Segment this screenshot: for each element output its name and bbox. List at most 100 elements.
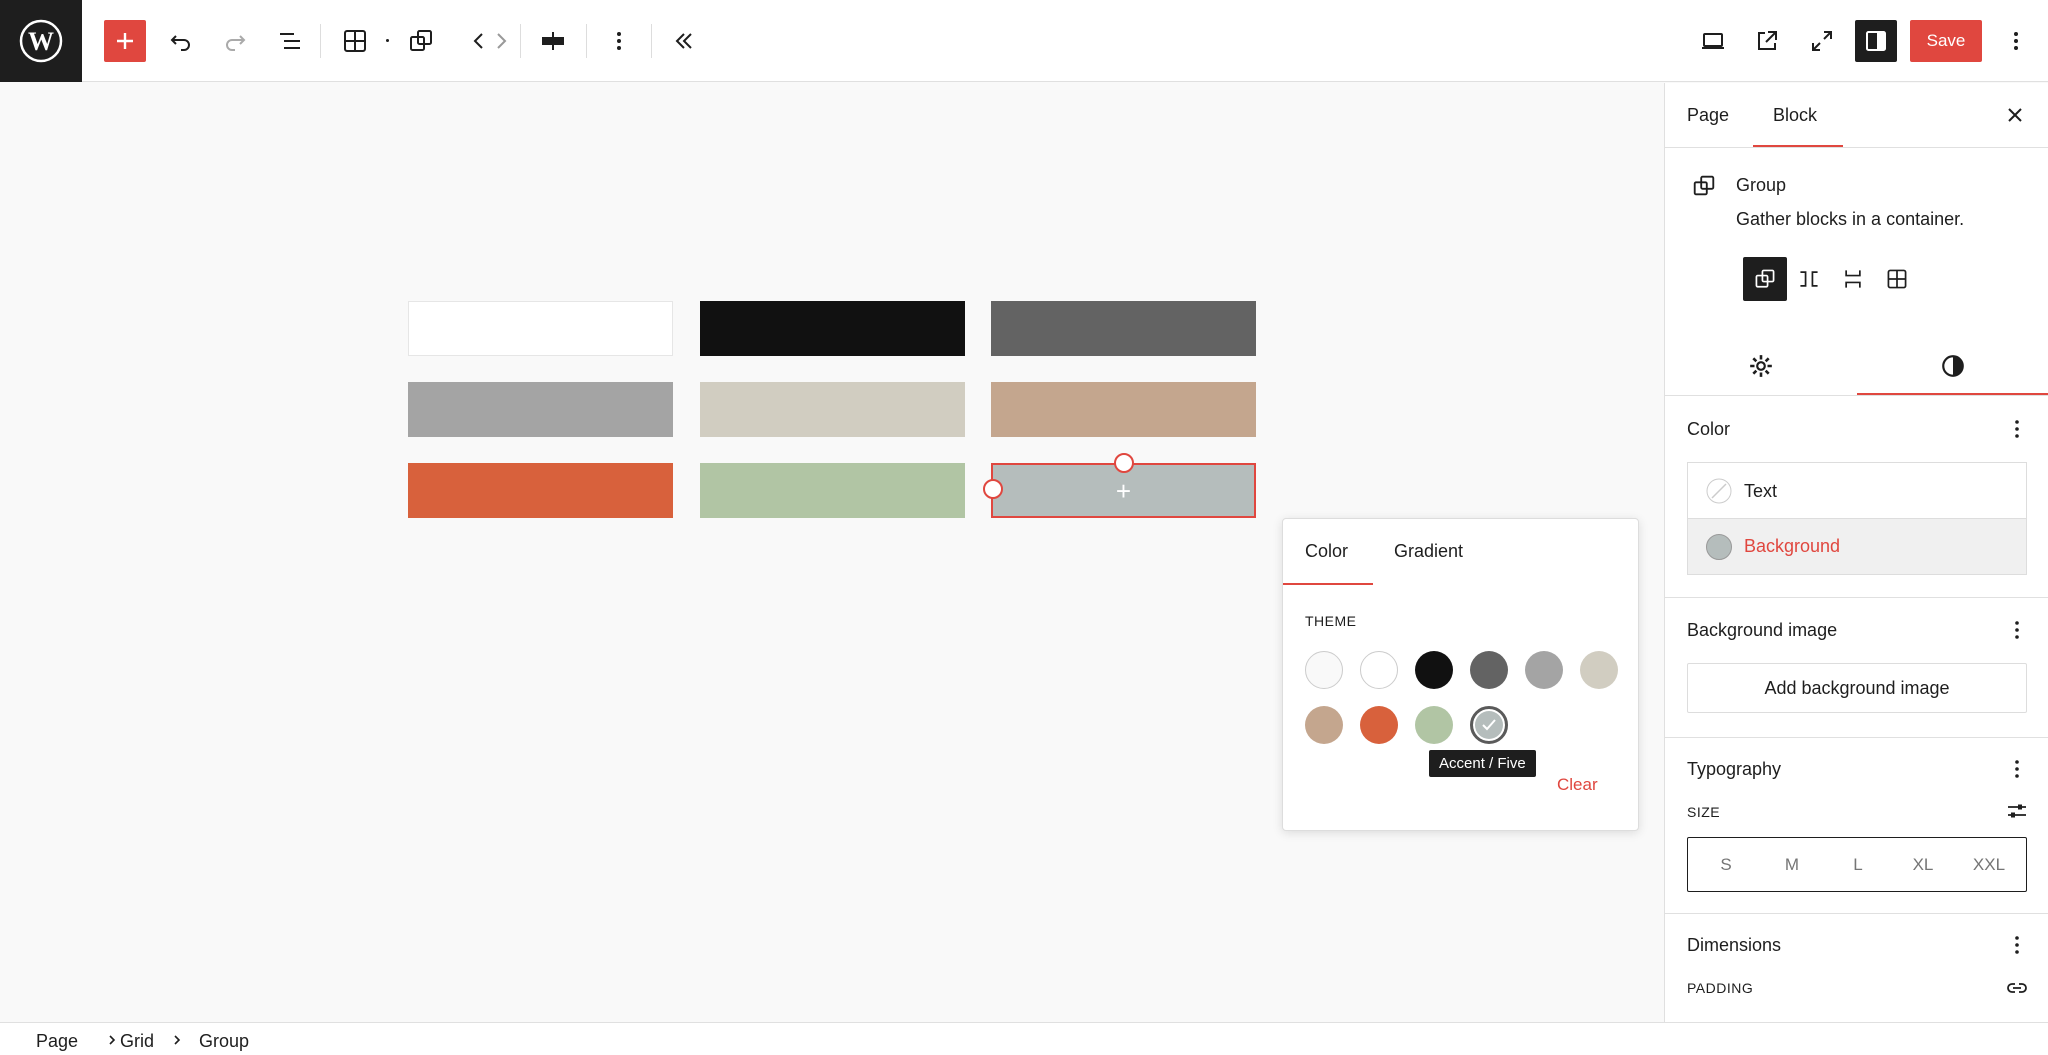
undo-button[interactable] <box>160 20 202 62</box>
tab-page[interactable]: Page <box>1687 105 1729 126</box>
align-button[interactable] <box>532 20 574 62</box>
block-options-button[interactable] <box>598 20 640 62</box>
redo-icon <box>226 35 246 51</box>
color-tooltip: Accent / Five <box>1429 750 1536 777</box>
dimensions-options-button[interactable] <box>2005 933 2029 957</box>
background-image-panel-title: Background image <box>1687 620 1838 640</box>
add-block-button[interactable] <box>104 20 146 62</box>
block-appender-plus-icon[interactable]: + <box>1116 478 1131 504</box>
tab-settings[interactable] <box>1665 345 1857 387</box>
resize-handle-left[interactable] <box>983 479 1003 499</box>
chevron-right-icon <box>497 33 507 49</box>
group-block-swatch[interactable] <box>700 382 965 437</box>
variation-row[interactable] <box>1787 257 1831 301</box>
palette-color-option-selected[interactable] <box>1470 706 1508 744</box>
size-label: SIZE <box>1687 804 1721 820</box>
close-icon[interactable] <box>2003 103 2027 127</box>
group-block-swatch[interactable] <box>408 463 673 518</box>
variation-stack[interactable] <box>1831 257 1875 301</box>
toolbar-divider <box>320 24 321 58</box>
preview-device-button[interactable] <box>1692 20 1734 62</box>
palette-color-option[interactable] <box>1580 651 1618 689</box>
list-view-button[interactable] <box>269 20 311 62</box>
double-chevron-left-icon <box>675 33 692 49</box>
palette-color-option[interactable] <box>1305 651 1343 689</box>
text-color-option[interactable]: Text <box>1688 463 2026 519</box>
group-block-swatch[interactable] <box>991 382 1256 437</box>
size-option-l[interactable]: L <box>1838 855 1878 875</box>
gear-icon <box>1750 355 1772 377</box>
group-block-swatch[interactable] <box>700 463 965 518</box>
view-page-button[interactable] <box>1746 20 1788 62</box>
block-type-button[interactable] <box>334 20 376 62</box>
more-vertical-icon <box>2015 936 2019 954</box>
palette-color-option[interactable] <box>1360 706 1398 744</box>
options-button[interactable] <box>1995 20 2037 62</box>
dimensions-panel-title: Dimensions <box>1687 935 1782 955</box>
size-option-m[interactable]: M <box>1772 855 1812 875</box>
background-image-options-button[interactable] <box>2005 618 2029 642</box>
text-color-label: Text <box>1744 480 1778 501</box>
breadcrumb-item-group[interactable]: Group <box>199 1031 249 1052</box>
palette-color-option[interactable] <box>1525 651 1563 689</box>
resize-handle-top[interactable] <box>1114 453 1134 473</box>
group-block-swatch[interactable] <box>408 382 673 437</box>
palette-color-option[interactable] <box>1360 651 1398 689</box>
group-block-swatch[interactable] <box>408 301 673 356</box>
more-vertical-icon <box>2015 760 2019 778</box>
breadcrumb: Page Grid Group <box>0 1022 2048 1055</box>
add-background-image-button[interactable]: Add background image <box>1687 663 2027 713</box>
group-block-icon <box>1693 175 1715 196</box>
tab-block[interactable]: Block <box>1773 105 1817 126</box>
tab-color[interactable]: Color <box>1305 541 1348 562</box>
group-block-swatch[interactable] <box>991 301 1256 356</box>
move-right-button[interactable] <box>480 20 522 62</box>
custom-size-button[interactable] <box>2005 799 2029 823</box>
color-options-button[interactable] <box>2005 417 2029 441</box>
no-color-indicator-icon <box>1706 478 1732 504</box>
color-options-list: Text Background <box>1687 462 2027 575</box>
group-block-swatch[interactable] <box>700 301 965 356</box>
external-link-icon <box>1758 31 1777 50</box>
fullscreen-button[interactable] <box>1801 20 1843 62</box>
tab-gradient[interactable]: Gradient <box>1394 541 1463 562</box>
variation-grid[interactable] <box>1875 257 1919 301</box>
clear-button[interactable]: Clear <box>1557 775 1598 795</box>
chevron-right-icon <box>109 1035 116 1045</box>
fullscreen-icon <box>1812 31 1832 51</box>
variation-group[interactable] <box>1743 257 1787 301</box>
tab-styles[interactable] <box>1857 345 2048 387</box>
background-color-indicator <box>1706 533 1732 560</box>
palette-color-option[interactable] <box>1470 651 1508 689</box>
palette-color-option[interactable] <box>1415 651 1453 689</box>
group-icon <box>1755 269 1775 288</box>
block-title: Group <box>1736 175 1787 195</box>
link-sides-button[interactable] <box>2005 976 2029 1000</box>
breadcrumb-item-page[interactable]: Page <box>36 1031 78 1052</box>
group-button[interactable] <box>400 20 442 62</box>
save-button[interactable]: Save <box>1910 20 1982 62</box>
block-description: Gather blocks in a container. <box>1736 209 1965 229</box>
palette-color-option[interactable] <box>1415 706 1453 744</box>
theme-palette-label: THEME <box>1305 613 1357 629</box>
grid-icon <box>1887 269 1907 289</box>
wordpress-logo[interactable]: W <box>0 0 82 82</box>
redo-button[interactable] <box>214 20 256 62</box>
breadcrumb-item-grid[interactable]: Grid <box>120 1031 154 1052</box>
padding-label: PADDING <box>1687 980 1754 996</box>
contrast-icon <box>1942 355 1964 377</box>
collapse-toolbar-button[interactable] <box>663 20 705 62</box>
size-option-xxl[interactable]: XXL <box>1969 855 2009 875</box>
settings-sidebar-toggle[interactable] <box>1855 20 1897 62</box>
background-color-option[interactable]: Background <box>1688 518 2026 574</box>
sidebar-icon <box>1866 31 1886 51</box>
typography-options-button[interactable] <box>2005 757 2029 781</box>
size-option-xl[interactable]: XL <box>1903 855 1943 875</box>
palette-color-option[interactable] <box>1305 706 1343 744</box>
stack-icon <box>1845 270 1861 288</box>
toolbar-dot <box>386 39 389 42</box>
popover-tabs: Color Gradient <box>1283 519 1638 585</box>
active-tab-indicator <box>1283 583 1373 585</box>
checkmark-icon <box>1482 719 1496 731</box>
size-option-s[interactable]: S <box>1706 855 1746 875</box>
